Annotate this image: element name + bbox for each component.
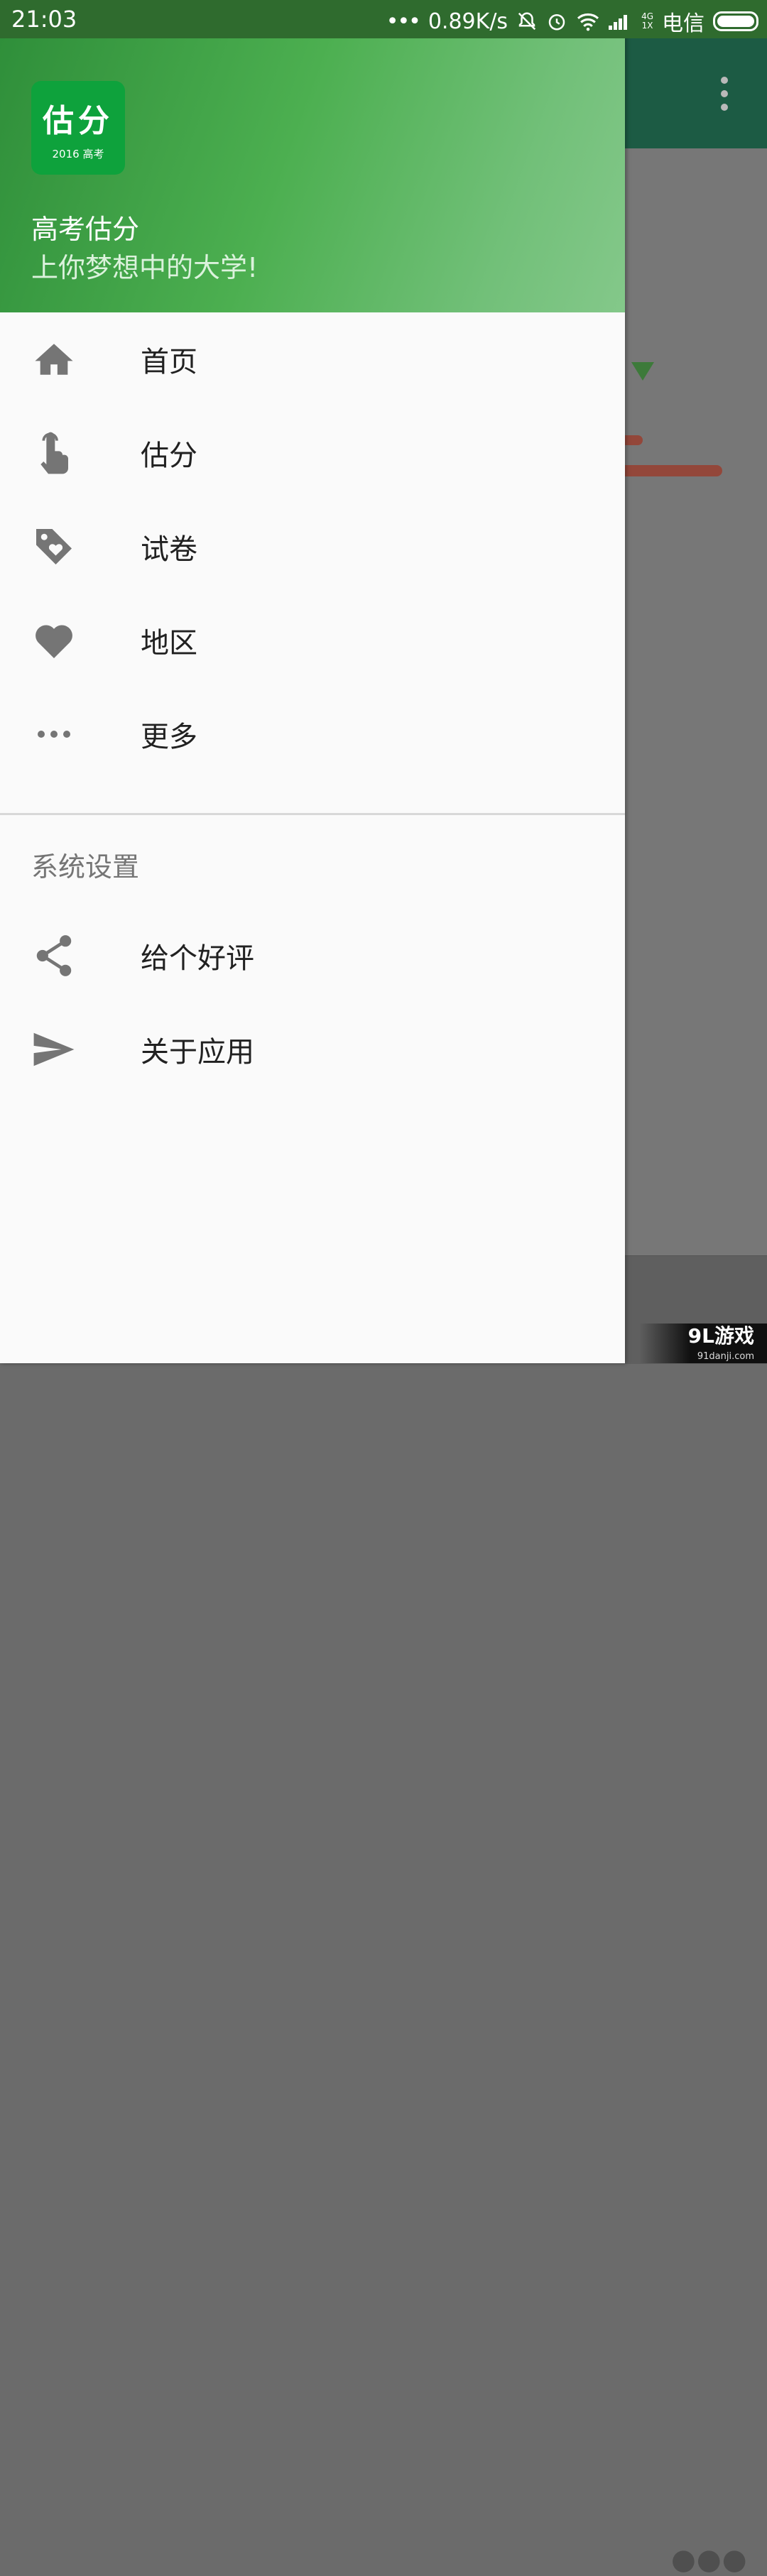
mute-bell-icon: [516, 11, 538, 32]
network-speed: 0.89K/s: [428, 9, 508, 34]
menu-item-estimate[interactable]: 估分: [0, 406, 625, 500]
menu-item-papers[interactable]: 试卷: [0, 500, 625, 594]
menu-item-home[interactable]: 首页: [0, 312, 625, 406]
menu-item-label: 地区: [141, 627, 197, 660]
heart-icon: [31, 618, 77, 663]
menu-item-label: 更多: [141, 721, 197, 753]
logo-main-text: 估分: [43, 103, 114, 139]
menu-item-label: 估分: [141, 440, 197, 472]
signal-icon: [609, 13, 633, 30]
menu-item-region[interactable]: 地区: [0, 594, 625, 687]
logo-sub-text: 2016 高考: [52, 148, 104, 160]
home-icon: [31, 337, 77, 382]
menu-item-rate[interactable]: 给个好评: [0, 909, 625, 1003]
section-title-settings: 系统设置: [31, 851, 140, 883]
alarm-icon: [546, 11, 567, 32]
menu-item-more[interactable]: 更多: [0, 687, 625, 781]
watermark: 9L游戏 91danji.com: [639, 1324, 767, 1363]
status-bar: 21:03 ••• 0.89K/s 4G 1X 电信: [0, 0, 767, 38]
more-horiz-icon: [31, 711, 77, 757]
dropdown-triangle-icon: [631, 362, 654, 381]
menu-item-label: 试卷: [141, 533, 197, 566]
menu-item-label: 给个好评: [141, 942, 254, 975]
touch-icon: [31, 430, 77, 476]
background-bar: [611, 465, 722, 476]
menu-item-about[interactable]: 关于应用: [0, 1003, 625, 1096]
drawer-menu: 首页 估分 试卷 地区 更多: [0, 312, 625, 781]
overflow-menu-icon: [717, 77, 731, 111]
network-type-bottom: 1X: [641, 21, 653, 31]
battery-icon: [713, 11, 758, 31]
status-time: 21:03: [11, 6, 77, 33]
network-type-top: 4G: [641, 11, 653, 21]
drawer-subtitle: 上你梦想中的大学!: [31, 252, 259, 283]
more-dots-icon: ●●●: [671, 2543, 748, 2576]
network-type: 4G 1X: [641, 12, 653, 31]
menu-divider: [0, 813, 625, 815]
app-logo: 估分 2016 高考: [31, 81, 125, 175]
share-icon: [31, 933, 77, 978]
watermark-sub: 91danji.com: [697, 1351, 754, 1362]
settings-menu: 给个好评 关于应用: [0, 909, 625, 1096]
watermark-main: 9L游戏: [687, 1324, 754, 1348]
tag-heart-icon: [31, 524, 77, 569]
navigation-drawer: 估分 2016 高考 高考估分 上你梦想中的大学! 首页 估分 试卷 地区 更多…: [0, 0, 625, 1363]
wifi-icon: [576, 11, 600, 31]
send-icon: [31, 1027, 77, 1072]
drawer-title: 高考估分: [31, 214, 140, 245]
menu-item-label: 首页: [141, 346, 197, 378]
carrier-name: 电信: [662, 11, 705, 36]
menu-item-label: 关于应用: [141, 1036, 254, 1069]
notification-dots-icon: •••: [386, 9, 421, 34]
